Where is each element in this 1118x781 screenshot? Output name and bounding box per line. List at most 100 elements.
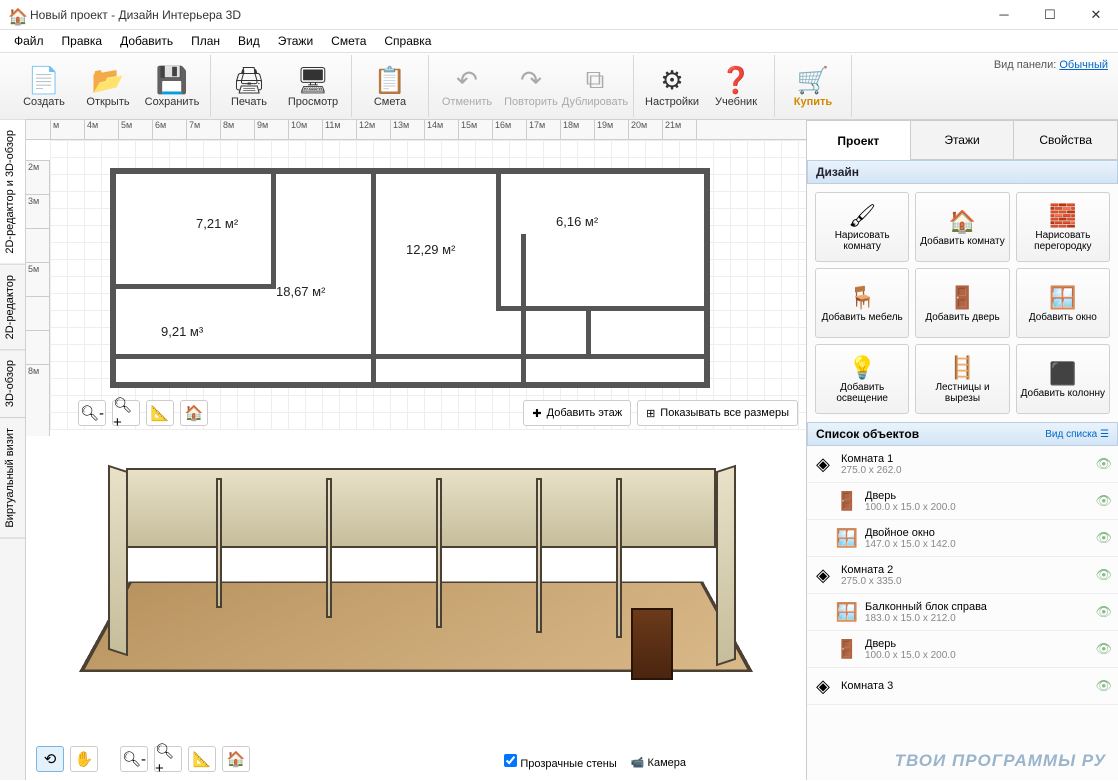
toolbar-preview-button[interactable]: 🖥Просмотр <box>281 57 345 115</box>
maximize-button[interactable]: ☐ <box>1036 7 1064 23</box>
side-tab-2[interactable]: 3D-обзор <box>0 350 25 418</box>
object-item[interactable]: ◈Комната 1275.0 x 262.0👁 <box>807 446 1118 483</box>
visibility-icon[interactable]: 👁 <box>1095 456 1112 472</box>
toolbar-undo-button: ↶Отменить <box>435 57 499 115</box>
tool-icon: 🪑 <box>848 284 875 312</box>
add-floor-button[interactable]: ✚ Добавить этаж <box>523 400 631 426</box>
object-icon: ◈ <box>813 672 833 700</box>
home-button[interactable]: 🏠 <box>180 400 208 426</box>
design-section-header: Дизайн <box>807 160 1118 184</box>
menu-Этажи[interactable]: Этажи <box>270 32 321 50</box>
right-tabs: ПроектЭтажиСвойства <box>807 120 1118 160</box>
panel-mode-link[interactable]: Обычный <box>1059 59 1108 71</box>
menu-Смета[interactable]: Смета <box>323 32 374 50</box>
tool-icon: 🏠 <box>949 208 976 236</box>
toolbar-print-button[interactable]: 🖨Печать <box>217 57 281 115</box>
help-icon: ❓ <box>720 64 752 96</box>
visibility-icon[interactable]: 👁 <box>1095 604 1112 620</box>
side-tab-3[interactable]: Виртуальный визит <box>0 418 25 539</box>
rtab-Проект[interactable]: Проект <box>807 120 911 160</box>
menu-Вид[interactable]: Вид <box>230 32 268 50</box>
object-icon: 🪟 <box>837 524 857 552</box>
tool-icon: 🧱 <box>1049 202 1076 230</box>
redo-icon: ↷ <box>515 64 547 96</box>
tool-Добавить-мебель[interactable]: 🪑Добавить мебель <box>815 268 909 338</box>
menu-Справка[interactable]: Справка <box>376 32 439 50</box>
window-controls: ─ ☐ ✕ <box>990 7 1110 23</box>
camera-button[interactable]: 📹 Камера <box>631 756 686 769</box>
minimize-button[interactable]: ─ <box>990 7 1018 23</box>
render-3d <box>66 458 766 758</box>
view3d-tools: ⟲ ✋ 🔍︎- 🔍︎+ 📐 🏠 <box>36 746 250 772</box>
tool-Нарисовать-перегородку[interactable]: 🧱Нарисовать перегородку <box>1016 192 1110 262</box>
estimate-icon: 📋 <box>374 64 406 96</box>
tool-Добавить-освещение[interactable]: 💡Добавить освещение <box>815 344 909 414</box>
create-icon: 📄 <box>28 64 60 96</box>
tool-Добавить-колонну[interactable]: ⬛Добавить колонну <box>1016 344 1110 414</box>
object-icon: 🚪 <box>837 487 857 515</box>
rtab-Свойства[interactable]: Свойства <box>1014 120 1118 160</box>
menu-Файл[interactable]: Файл <box>6 32 52 50</box>
toolbar-buy-button[interactable]: 🛒Купить <box>781 57 845 115</box>
measure-button[interactable]: 📐 <box>146 400 174 426</box>
view-list-link[interactable]: Вид списка ☰ <box>1045 429 1109 440</box>
toolbar-open-button[interactable]: 📂Открыть <box>76 57 140 115</box>
menu-План[interactable]: План <box>183 32 228 50</box>
menu-Правка[interactable]: Правка <box>54 32 111 50</box>
tool-Добавить-комнату[interactable]: 🏠Добавить комнату <box>915 192 1009 262</box>
rotate-360-button[interactable]: ⟲ <box>36 746 64 772</box>
close-button[interactable]: ✕ <box>1082 7 1110 23</box>
zoom-in-3d-button[interactable]: 🔍︎+ <box>154 746 182 772</box>
toolbar-save-button[interactable]: 💾Сохранить <box>140 57 204 115</box>
floorplan[interactable]: 7,21 м²12,29 м²6,16 м²18,67 м²9,21 м³ <box>110 168 710 388</box>
toolbar-settings-button[interactable]: ⚙Настройки <box>640 57 704 115</box>
object-item[interactable]: 🚪Дверь100.0 x 15.0 x 200.0👁 <box>807 631 1118 668</box>
object-item[interactable]: 🪟Балконный блок справа183.0 x 15.0 x 212… <box>807 594 1118 631</box>
tool-Лестницы-и-вырезы[interactable]: 🪜Лестницы и вырезы <box>915 344 1009 414</box>
tool-Нарисовать-комнату[interactable]: 🖌Нарисовать комнату <box>815 192 909 262</box>
object-item[interactable]: ◈Комната 2275.0 x 335.0👁 <box>807 557 1118 594</box>
plan-2d-view[interactable]: 7,21 м²12,29 м²6,16 м²18,67 м²9,21 м³ 🔍︎… <box>50 140 806 430</box>
home-3d-button[interactable]: 🏠 <box>222 746 250 772</box>
side-tab-1[interactable]: 2D-редактор <box>0 265 25 350</box>
visibility-icon[interactable]: 👁 <box>1095 641 1112 657</box>
transparent-walls-checkbox[interactable]: Прозрачные стены <box>504 754 617 770</box>
object-item[interactable]: 🚪Дверь100.0 x 15.0 x 200.0👁 <box>807 483 1118 520</box>
visibility-icon[interactable]: 👁 <box>1095 530 1112 546</box>
toolbar-help-button[interactable]: ❓Учебник <box>704 57 768 115</box>
zoom-in-button[interactable]: 🔍︎+ <box>112 400 140 426</box>
visibility-icon[interactable]: 👁 <box>1095 493 1112 509</box>
zoom-out-3d-button[interactable]: 🔍︎- <box>120 746 148 772</box>
app-icon: 🏠 <box>8 7 24 23</box>
right-panel: ПроектЭтажиСвойства Дизайн 🖌Нарисовать к… <box>806 120 1118 780</box>
object-item[interactable]: ◈Комната 3👁 <box>807 668 1118 705</box>
tool-Добавить-дверь[interactable]: 🚪Добавить дверь <box>915 268 1009 338</box>
print-icon: 🖨 <box>233 64 265 96</box>
measure-3d-button[interactable]: 📐 <box>188 746 216 772</box>
buy-icon: 🛒 <box>797 64 829 96</box>
object-icon: 🪟 <box>837 598 857 626</box>
toolbar-create-button[interactable]: 📄Создать <box>12 57 76 115</box>
open-icon: 📂 <box>92 64 124 96</box>
tool-icon: 🖌 <box>848 202 876 230</box>
save-icon: 💾 <box>156 64 188 96</box>
menu-Добавить[interactable]: Добавить <box>112 32 181 50</box>
zoom-out-button[interactable]: 🔍︎- <box>78 400 106 426</box>
object-icon: ◈ <box>813 561 833 589</box>
ruler-horizontal: м4м5м6м7м8м9м10м11м12м13м14м15м16м17м18м… <box>26 120 806 140</box>
ruler-vertical: 2м3м5м8м <box>26 160 50 436</box>
visibility-icon[interactable]: 👁 <box>1095 567 1112 583</box>
preview-icon: 🖥 <box>297 64 329 96</box>
toolbar-estimate-button[interactable]: 📋Смета <box>358 57 422 115</box>
tool-Добавить-окно[interactable]: 🪟Добавить окно <box>1016 268 1110 338</box>
tool-icon: ⬛ <box>1049 360 1076 388</box>
rtab-Этажи[interactable]: Этажи <box>911 120 1015 160</box>
window-title: Новый проект - Дизайн Интерьера 3D <box>30 8 990 22</box>
view-3d[interactable]: ⟲ ✋ 🔍︎- 🔍︎+ 📐 🏠 Прозрачные стены 📹 Камер… <box>26 436 806 780</box>
object-item[interactable]: 🪟Двойное окно147.0 x 15.0 x 142.0👁 <box>807 520 1118 557</box>
visibility-icon[interactable]: 👁 <box>1095 678 1112 694</box>
room-label: 18,67 м² <box>276 284 325 299</box>
side-tab-0[interactable]: 2D-редактор и 3D-обзор <box>0 120 25 265</box>
pan-button[interactable]: ✋ <box>70 746 98 772</box>
show-dimensions-button[interactable]: ⊞ Показывать все размеры <box>637 400 798 426</box>
